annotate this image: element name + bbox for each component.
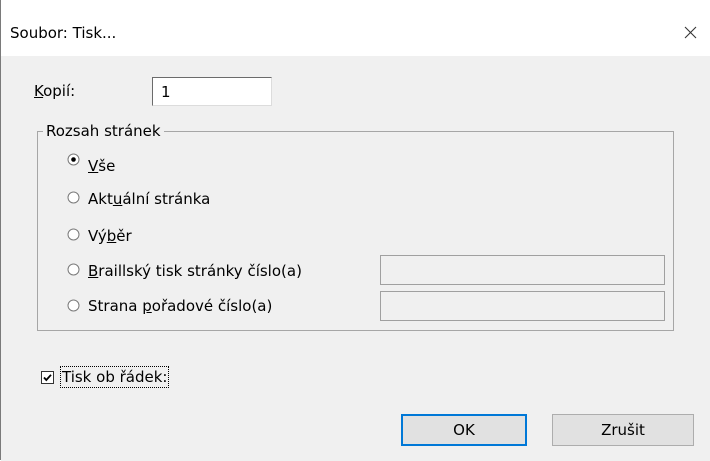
print-every-other-label: Tisk ob řádek:: [59, 366, 170, 388]
window-title: Soubor: Tisk...: [10, 24, 117, 42]
ok-button[interactable]: OK: [401, 414, 527, 446]
radio-sequence-pages[interactable]: [67, 299, 80, 312]
print-every-other-checkbox[interactable]: [41, 371, 54, 384]
radio-selection-label: Výběr: [88, 227, 132, 245]
radio-selection[interactable]: [67, 228, 80, 241]
radio-current-page[interactable]: [67, 191, 80, 204]
checkmark-icon: [41, 371, 54, 384]
page-range-group-label: Rozsah stránek: [43, 121, 164, 141]
radio-icon: [67, 228, 80, 241]
close-button[interactable]: [677, 18, 705, 46]
radio-icon: [67, 191, 80, 204]
title-bar: Soubor: Tisk...: [1, 0, 710, 56]
radio-all[interactable]: [67, 153, 80, 166]
radio-current-page-label: Aktuální stránka: [88, 190, 211, 208]
dialog-body: Kopií: Rozsah stránek Vše Aktuální strán…: [1, 56, 710, 461]
copies-label: Kopií:: [34, 82, 76, 100]
radio-braille-pages-label: Braillský tisk stránky číslo(a): [88, 262, 302, 280]
sequence-pages-input[interactable]: [380, 291, 665, 321]
radio-braille-pages[interactable]: [67, 263, 80, 276]
radio-selected-icon: [67, 153, 80, 166]
cancel-button[interactable]: Zrušit: [552, 414, 694, 446]
braille-pages-input[interactable]: [380, 255, 665, 285]
radio-icon: [67, 299, 80, 312]
radio-sequence-pages-label: Strana pořadové číslo(a): [88, 297, 273, 315]
close-icon: [684, 26, 697, 39]
copies-input[interactable]: [152, 77, 272, 106]
radio-icon: [67, 263, 80, 276]
radio-all-label: Vše: [88, 157, 116, 175]
print-dialog: Soubor: Tisk... Kopií: Rozsah stránek Vš…: [0, 0, 710, 461]
